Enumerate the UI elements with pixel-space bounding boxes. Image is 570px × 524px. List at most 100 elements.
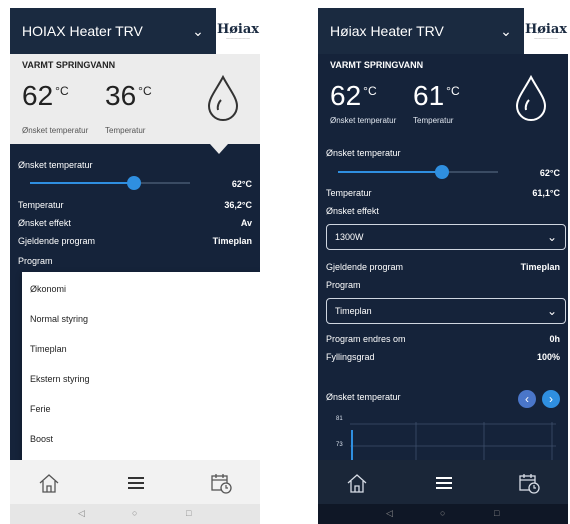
unit-label: °C xyxy=(446,84,460,98)
setting-value: 100% xyxy=(536,352,560,362)
setting-label: Gjeldende program xyxy=(326,262,404,272)
setting-label: Ønsket effekt xyxy=(326,206,379,216)
current-temperature-display: 61 °C xyxy=(413,80,460,112)
chevron-down-icon[interactable]: ⌄ xyxy=(188,23,208,40)
system-nav-bar: ◁ ○ □ xyxy=(318,504,568,524)
current-temperature-label: Temperatur xyxy=(105,126,146,135)
logo-tagline-icon: —————— xyxy=(534,34,558,40)
chart-header: Ønsket temperatur ‹ › xyxy=(326,390,560,408)
menu-icon[interactable] xyxy=(433,472,455,494)
setting-label: Temperatur xyxy=(326,188,372,198)
chevron-down-icon: ⌄ xyxy=(546,230,557,244)
current-temperature-value: 36 xyxy=(105,80,137,111)
dropdown-option[interactable]: Ekstern styring xyxy=(30,374,90,384)
setting-value: 0h xyxy=(549,334,560,344)
setting-row: Program endres om 0h xyxy=(326,332,560,346)
effect-select[interactable]: 1300W ⌄ xyxy=(326,224,566,250)
setting-value: 61,1°C xyxy=(532,188,560,198)
bottom-nav xyxy=(318,460,568,504)
logo-tagline-icon: —————— xyxy=(226,34,250,40)
setting-value: Av xyxy=(240,218,252,228)
slider-value: 62°C xyxy=(231,179,252,189)
slider-label: Ønsket temperatur xyxy=(18,160,93,170)
desired-temperature-display: 62 °C xyxy=(330,80,377,112)
phone-screen-right: Høiax Heater TRV ⌄ Høiax —————— VARMT SPR… xyxy=(318,8,568,524)
temperature-summary: VARMT SPRINGVANN 62 °C 36 °C Ønsket temper… xyxy=(10,54,260,144)
dropdown-option[interactable]: Økonomi xyxy=(30,284,66,294)
home-icon[interactable] xyxy=(38,472,60,494)
unit-label: °C xyxy=(363,84,377,98)
setting-row: Fyllingsgrad 100% xyxy=(326,350,560,364)
home-nav-icon[interactable]: ○ xyxy=(132,508,137,518)
desired-temperature-label: Ønsket temperatur xyxy=(22,126,89,135)
setting-value: Timeplan xyxy=(212,236,252,246)
logo-text: Høiax xyxy=(216,21,260,37)
slider-value: 62°C xyxy=(539,168,560,178)
setting-row: Program xyxy=(18,254,252,268)
setting-row: Gjeldende program Timeplan xyxy=(18,234,252,248)
desired-temperature-value: 62 xyxy=(330,80,362,111)
current-temperature-value: 61 xyxy=(413,80,445,111)
logo-text: Høiax xyxy=(524,21,568,37)
desired-temperature-chart: 81 73 xyxy=(326,416,566,460)
summary-pointer xyxy=(210,144,228,154)
recents-nav-icon[interactable]: □ xyxy=(186,508,191,518)
setting-label: Program xyxy=(18,256,53,266)
setting-label: Program endres om xyxy=(326,334,406,344)
setting-value: Timeplan xyxy=(520,262,560,272)
brand-logo: Høiax —————— xyxy=(524,8,568,54)
current-temperature-display: 36 °C xyxy=(105,80,152,112)
back-nav-icon[interactable]: ◁ xyxy=(386,508,393,519)
setting-label: Fyllingsgrad xyxy=(326,352,375,362)
chevron-down-icon[interactable]: ⌄ xyxy=(496,23,516,40)
setting-value: 36,2°C xyxy=(224,200,252,210)
bottom-nav xyxy=(10,460,260,504)
brand-logo: Høiax —————— xyxy=(216,8,260,54)
setting-label: Gjeldende program xyxy=(18,236,96,246)
unit-label: °C xyxy=(55,84,69,98)
device-selector-title[interactable]: HOIAX Heater TRV xyxy=(22,23,188,39)
menu-icon[interactable] xyxy=(125,472,147,494)
device-name: VARMT SPRINGVANN xyxy=(22,60,116,70)
home-nav-icon[interactable]: ○ xyxy=(440,508,445,518)
desired-temperature-display: 62 °C xyxy=(22,80,69,112)
dropdown-option[interactable]: Timeplan xyxy=(30,344,67,354)
setting-label: Temperatur xyxy=(18,200,64,210)
slider-label: Ønsket temperatur xyxy=(326,148,401,158)
chevron-right-icon[interactable]: › xyxy=(542,390,560,408)
desired-temperature-value: 62 xyxy=(22,80,54,111)
chevron-left-icon[interactable]: ‹ xyxy=(518,390,536,408)
chevron-down-icon: ⌄ xyxy=(546,304,557,318)
phone-screen-left: HOIAX Heater TRV ⌄ Høiax —————— VARMT SPR… xyxy=(10,8,260,524)
temperature-summary: VARMT SPRINGVANN 62 °C 61 °C Ønsket temper… xyxy=(318,54,568,144)
effect-select-value: 1300W xyxy=(335,232,364,242)
device-selector-title[interactable]: Høiax Heater TRV xyxy=(330,23,496,39)
dropdown-option[interactable]: Boost xyxy=(30,434,53,444)
summary-pointer xyxy=(523,134,541,144)
setting-label: Program xyxy=(326,280,361,290)
program-dropdown-menu: Økonomi Normal styring Timeplan Ekstern … xyxy=(22,272,260,478)
chart-grid xyxy=(350,422,556,460)
calendar-clock-icon[interactable] xyxy=(518,472,540,494)
device-name: VARMT SPRINGVANN xyxy=(330,60,424,70)
current-temperature-label: Temperatur xyxy=(413,116,454,125)
chart-title: Ønsket temperatur xyxy=(326,392,401,402)
desired-temperature-label: Ønsket temperatur xyxy=(330,116,397,125)
dropdown-option[interactable]: Ferie xyxy=(30,404,51,414)
setting-row: Temperatur 61,1°C xyxy=(326,186,560,200)
water-drop-icon xyxy=(515,74,547,121)
dropdown-option[interactable]: Normal styring xyxy=(30,314,88,324)
system-nav-bar: ◁ ○ □ xyxy=(10,504,260,524)
recents-nav-icon[interactable]: □ xyxy=(494,508,499,518)
unit-label: °C xyxy=(138,84,152,98)
program-select[interactable]: Timeplan ⌄ xyxy=(326,298,566,324)
app-header: Høiax Heater TRV ⌄ Høiax —————— xyxy=(318,8,568,54)
home-icon[interactable] xyxy=(346,472,368,494)
app-header: HOIAX Heater TRV ⌄ Høiax —————— xyxy=(10,8,260,54)
program-select-value: Timeplan xyxy=(335,306,372,316)
setting-row: Temperatur 36,2°C xyxy=(18,198,252,212)
water-drop-icon xyxy=(207,74,239,121)
setting-label: Ønsket effekt xyxy=(18,218,71,228)
calendar-clock-icon[interactable] xyxy=(210,472,232,494)
back-nav-icon[interactable]: ◁ xyxy=(78,508,85,519)
